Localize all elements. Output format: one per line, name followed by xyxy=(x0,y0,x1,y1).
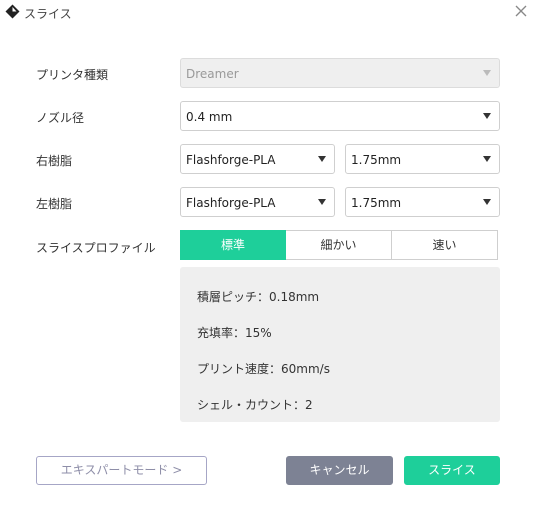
layer-pitch-text: 積層ピッチ：0.18mm xyxy=(197,290,320,304)
nozzle-select[interactable]: 0.4 mm xyxy=(180,101,500,131)
chevron-down-icon xyxy=(483,113,491,119)
right-filament-diameter-select[interactable]: 1.75mm xyxy=(345,144,500,174)
right-filament-material-select[interactable]: Flashforge-PLA xyxy=(180,144,335,174)
chevron-down-icon xyxy=(483,70,491,76)
left-filament-diameter-value: 1.75mm xyxy=(351,196,402,210)
chevron-down-icon xyxy=(318,156,326,162)
right-filament-label: 右樹脂 xyxy=(36,154,73,168)
left-filament-material-select[interactable]: Flashforge-PLA xyxy=(180,187,335,217)
nozzle-value: 0.4 mm xyxy=(186,110,233,124)
slice-profile-label: スライスプロファイル xyxy=(36,241,156,255)
left-filament-diameter-select[interactable]: 1.75mm xyxy=(345,187,500,217)
profile-option-standard[interactable]: 標準 xyxy=(180,230,286,260)
profile-option-fast[interactable]: 速い xyxy=(392,230,498,260)
title-bar: スライス xyxy=(0,0,534,24)
printer-type-label: プリンタ種類 xyxy=(36,68,109,82)
profile-details-panel: 積層ピッチ：0.18mm 充填率：15% プリント速度：60mm/s シェル・カ… xyxy=(180,267,500,422)
chevron-down-icon xyxy=(483,199,491,205)
printer-type-value: Dreamer xyxy=(186,67,239,81)
right-filament-diameter-value: 1.75mm xyxy=(351,153,402,167)
left-filament-label: 左樹脂 xyxy=(36,197,73,211)
left-filament-material-value: Flashforge-PLA xyxy=(186,196,276,210)
infill-text: 充填率：15% xyxy=(197,326,272,340)
right-filament-material-value: Flashforge-PLA xyxy=(186,153,276,167)
slice-dialog: スライス プリンタ種類 Dreamer ノズル径 0.4 mm 右樹脂 Flas… xyxy=(0,0,534,506)
nozzle-label: ノズル径 xyxy=(36,111,85,125)
expert-mode-button[interactable]: エキスパートモード > xyxy=(36,456,207,485)
chevron-down-icon xyxy=(483,156,491,162)
chevron-down-icon xyxy=(318,199,326,205)
printer-type-select: Dreamer xyxy=(180,58,500,88)
window-title: スライス xyxy=(24,7,72,21)
close-icon[interactable] xyxy=(514,4,528,18)
shell-count-text: シェル・カウント：2 xyxy=(197,398,313,412)
profile-option-fine[interactable]: 細かい xyxy=(286,230,392,260)
slice-button[interactable]: スライス xyxy=(404,456,500,485)
print-speed-text: プリント速度：60mm/s xyxy=(197,362,330,376)
cancel-button[interactable]: キャンセル xyxy=(286,456,393,485)
diamond-app-icon xyxy=(5,4,20,19)
